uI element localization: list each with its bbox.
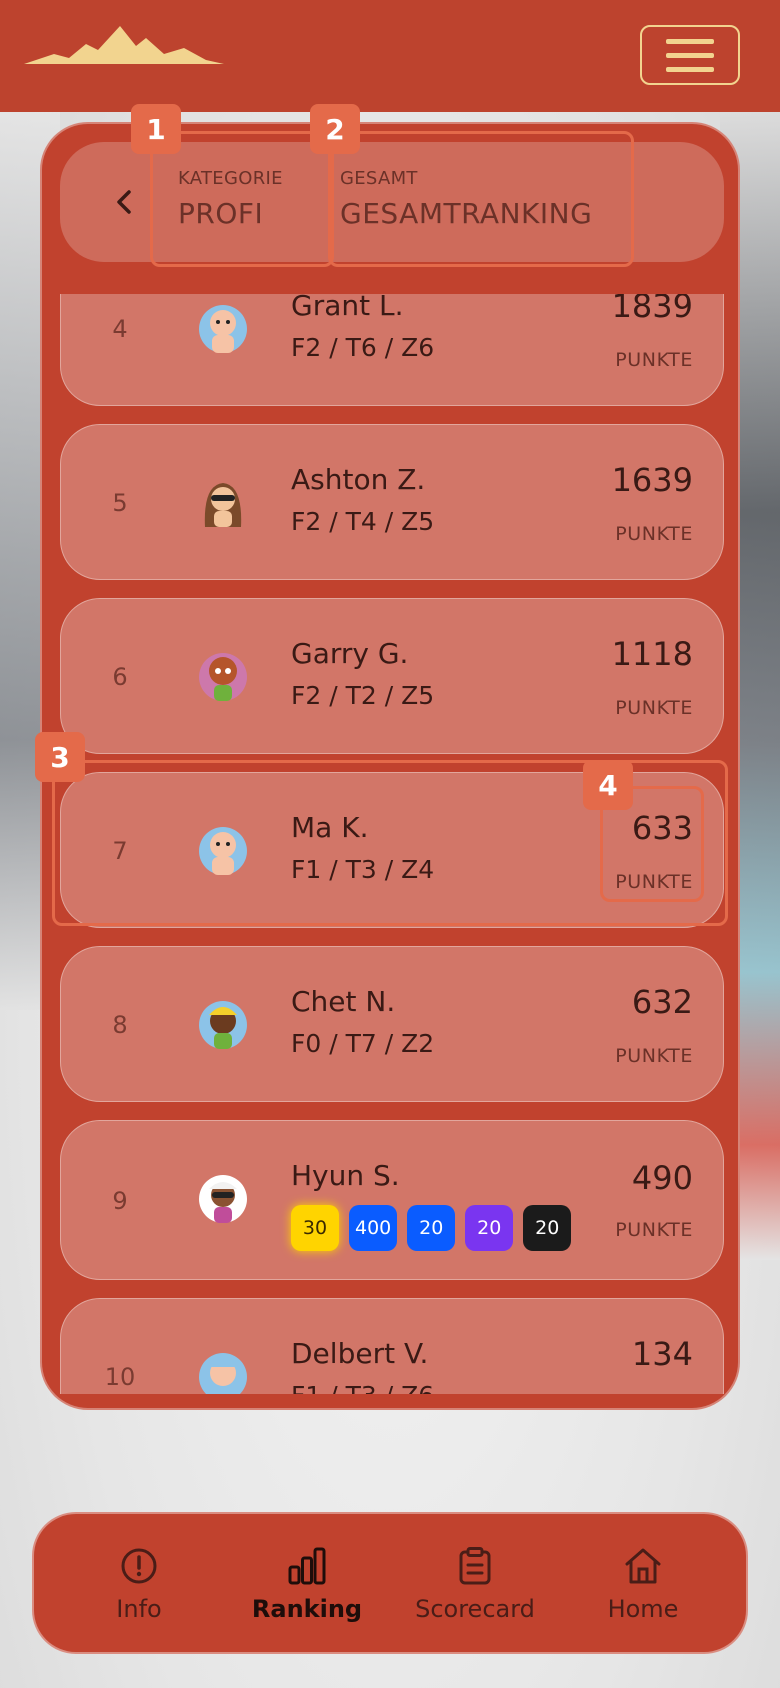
badge: 30 [291,1205,339,1251]
annotation-marker: 2 [310,104,360,154]
annotation-marker: 4 [583,760,633,810]
clipboard-icon [459,1547,491,1585]
avatar [199,1001,247,1049]
exclamation-circle-icon [121,1548,157,1584]
nav-item-home[interactable]: Home [568,1514,718,1656]
ranking-row[interactable]: 10 Delbert V. F1 / T3 / Z6 134 PUNKTE [60,1298,724,1394]
annotation-marker: 1 [131,104,181,154]
avatar [199,1175,247,1223]
rank-number: 6 [112,663,128,691]
ranking-row[interactable]: 9 Hyun S. 30 400 20 20 20 490 PUNKTE [60,1120,724,1280]
rank-number: 10 [104,1363,136,1391]
nav-item-ranking[interactable]: Ranking [232,1514,382,1656]
bar-chart-icon [288,1547,326,1585]
points-value: 134 [631,1335,693,1373]
annotation-box-2 [328,131,634,267]
player-stats: F0 / T7 / Z2 [291,1029,435,1058]
player-name: Delbert V. [291,1337,429,1370]
points-value: 1839 [611,294,693,325]
nav-label: Home [607,1595,679,1623]
points-value: 632 [631,983,693,1021]
player-name: Chet N. [291,985,396,1018]
app-header [0,0,780,112]
hamburger-icon [666,38,714,44]
player-name: Ashton Z. [291,463,426,496]
mountain-logo[interactable] [24,24,224,72]
nav-item-info[interactable]: Info [64,1514,214,1656]
avatar [204,483,242,527]
ranking-row[interactable]: 8 Chet N. F0 / T7 / Z2 632 PUNKTE [60,946,724,1102]
player-stats: F2 / T4 / Z5 [291,507,435,536]
player-name: Hyun S. [291,1159,400,1192]
rank-number: 8 [112,1011,128,1039]
home-icon [625,1548,661,1584]
rank-number: 5 [112,489,128,517]
player-stats: F2 / T6 / Z6 [291,333,435,362]
points-label: PUNKTE [615,349,693,371]
chevron-left-icon [117,190,131,214]
ranking-row[interactable]: 4 Grant L. F2 / T6 / Z6 1839 PUNKTE [60,294,724,406]
points-label: PUNKTE [615,1219,693,1241]
points-value: 490 [631,1159,693,1197]
player-stats: F1 / T3 / Z6 [291,1381,434,1394]
nav-label: Ranking [251,1595,363,1623]
points-value: 1118 [611,635,693,673]
points-label: PUNKTE [615,1045,693,1067]
player-name: Garry G. [291,637,409,670]
nav-label: Info [116,1595,162,1623]
rank-number: 9 [112,1187,128,1215]
player-stats: F2 / T2 / Z5 [291,681,435,710]
nav-item-scorecard[interactable]: Scorecard [400,1514,550,1656]
rank-number: 4 [112,315,128,343]
badge: 400 [349,1205,398,1251]
menu-button[interactable] [640,25,740,85]
nav-label: Scorecard [415,1595,535,1623]
annotation-marker: 3 [35,732,85,782]
ranking-row[interactable]: 6 Garry G. F2 / T2 / Z5 1118 PUNKTE [60,598,724,754]
ranking-row[interactable]: 5 Ashton Z. F2 / T4 / Z5 1639 PUNKTE [60,424,724,580]
avatar [199,305,247,353]
player-name: Grant L. [291,294,404,322]
bottom-nav: Info Ranking Scorecard Home [32,1512,748,1654]
badge: 20 [523,1205,572,1251]
badge: 20 [465,1205,514,1251]
avatar [199,653,247,701]
points-value: 1639 [611,461,693,499]
back-button[interactable] [104,182,144,222]
avatar [199,1353,247,1394]
badge-list: 30 400 20 20 20 [291,1205,572,1251]
points-label: PUNKTE [615,523,693,545]
badge: 20 [407,1205,456,1251]
points-label: PUNKTE [615,697,693,719]
